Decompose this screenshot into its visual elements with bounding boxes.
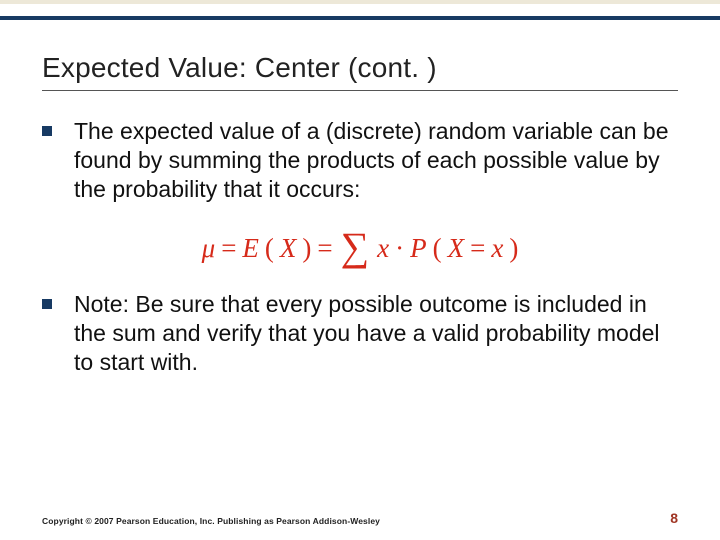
formula-container: μ = E ( X ) = ∑ x · P ( X = x ): [42, 233, 678, 264]
slide-body: Expected Value: Center (cont. ) The expe…: [0, 20, 720, 377]
symbol-mu: μ: [202, 233, 216, 264]
top-accent-bar: [0, 0, 720, 20]
symbol-cdot: ·: [395, 233, 404, 264]
symbol-equals: =: [221, 233, 236, 264]
bullet-text: Note: Be sure that every possible outcom…: [74, 290, 678, 376]
copyright-text: Copyright © 2007 Pearson Education, Inc.…: [42, 516, 380, 526]
bullet-item: The expected value of a (discrete) rando…: [42, 117, 678, 203]
top-accent-inner: [0, 0, 720, 4]
symbol-x: x: [491, 233, 503, 264]
symbol-E: E: [242, 233, 259, 264]
square-bullet-icon: [42, 299, 52, 309]
symbol-x: x: [377, 233, 389, 264]
symbol-X: X: [448, 233, 465, 264]
symbol-P: P: [410, 233, 427, 264]
bullet-text: The expected value of a (discrete) rando…: [74, 117, 678, 203]
square-bullet-icon: [42, 126, 52, 136]
bullet-list: The expected value of a (discrete) rando…: [42, 117, 678, 377]
bullet-item: Note: Be sure that every possible outcom…: [42, 290, 678, 376]
page-number: 8: [670, 510, 678, 526]
symbol-X: X: [280, 233, 297, 264]
symbol-equals: =: [317, 233, 332, 264]
symbol-equals: =: [470, 233, 485, 264]
symbol-sigma: ∑: [339, 235, 372, 259]
symbol-rparen: ): [302, 233, 311, 264]
symbol-lparen: (: [265, 233, 274, 264]
slide-footer: Copyright © 2007 Pearson Education, Inc.…: [42, 510, 678, 526]
expected-value-formula: μ = E ( X ) = ∑ x · P ( X = x ): [202, 233, 519, 264]
symbol-rparen: ): [509, 233, 518, 264]
symbol-lparen: (: [433, 233, 442, 264]
slide-title: Expected Value: Center (cont. ): [42, 52, 678, 91]
